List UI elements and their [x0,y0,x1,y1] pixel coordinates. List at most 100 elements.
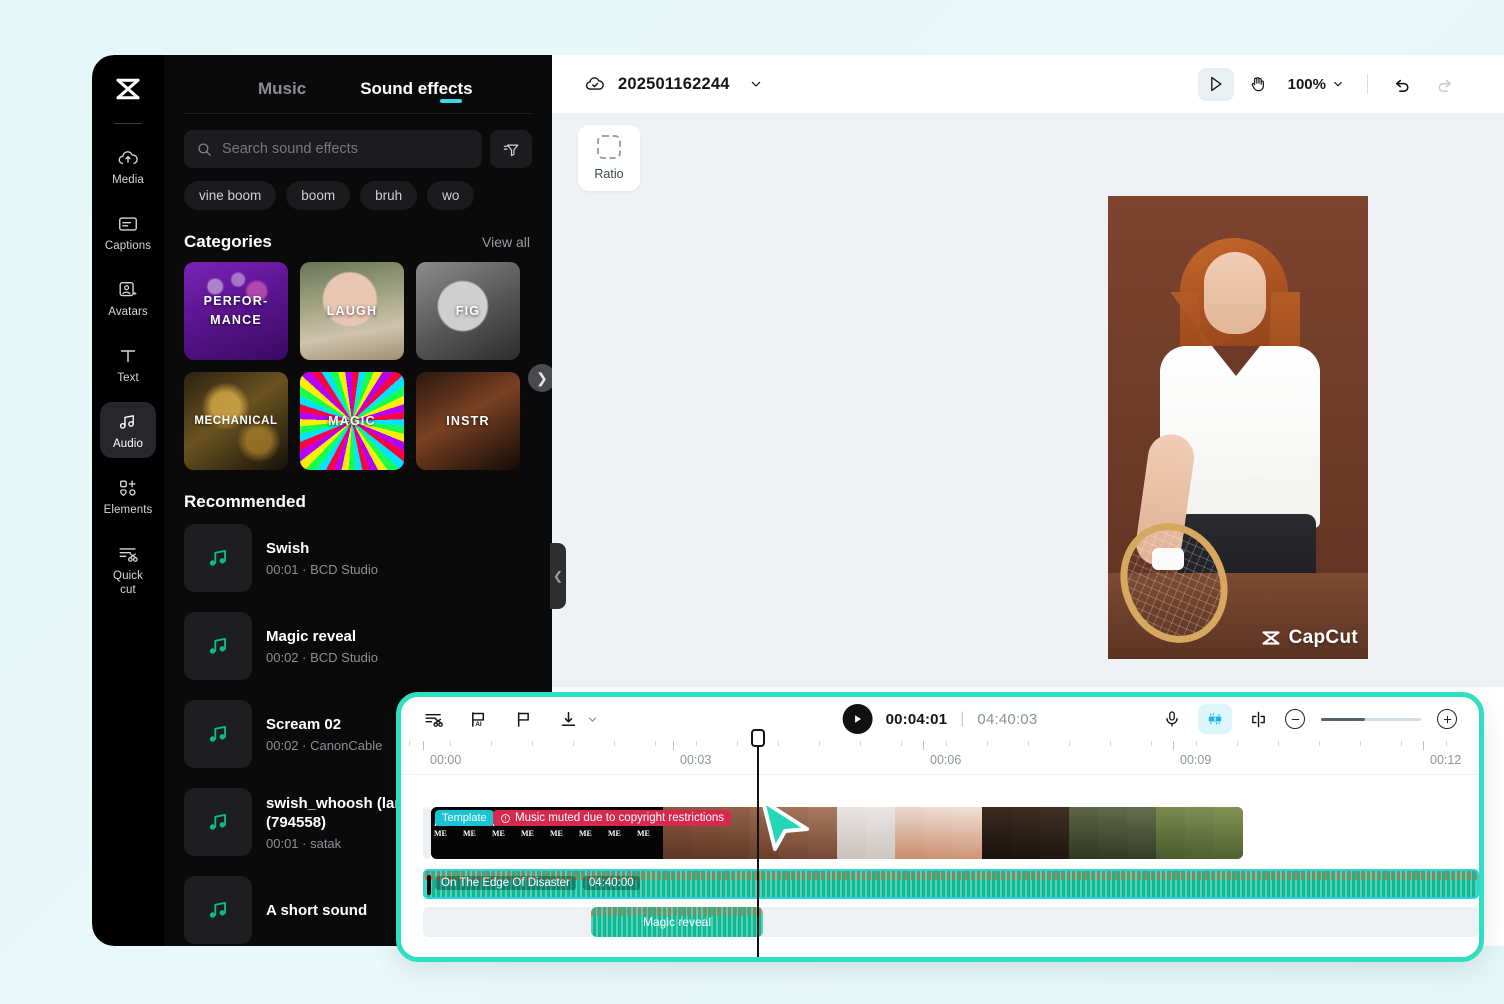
top-bar: 202501162244 100% [552,55,1504,113]
zoom-level-value: 100% [1288,76,1326,93]
category-card[interactable]: LAUGH [300,262,404,360]
undo-button[interactable] [1384,68,1420,101]
play-button[interactable] [843,704,873,734]
text-t-icon [117,345,139,367]
hand-tool-button[interactable] [1240,68,1276,101]
sidebar-item-avatars[interactable]: Avatars [100,270,156,326]
ratio-frame-icon [597,135,621,159]
category-label-line1: PERFOR- [200,294,273,308]
list-item-meta: 00:02 · BCD Studio [266,650,378,665]
chevron-down-icon [748,76,764,92]
chevron-left-icon: ❮ [553,569,563,583]
ruler-label: 00:09 [1173,753,1211,767]
tag-chip[interactable]: wo [427,181,474,210]
redo-icon [1434,74,1455,95]
search-input[interactable]: Search sound effects [184,130,482,168]
sidebar-item-label: Media [112,174,144,187]
view-all-link[interactable]: View all [482,234,530,250]
list-item-name: Magic reveal [266,627,378,646]
sidebar-item-elements[interactable]: Elements [100,468,156,524]
playhead-handle[interactable] [751,729,765,747]
flag-icon [513,709,534,730]
watermark-label: CapCut [1289,627,1358,649]
minus-circle-icon [1290,714,1301,725]
page-title: 202501162244 [618,75,730,94]
tab-active-underline [440,99,462,103]
category-label: MAGIC [324,412,380,431]
ai-enhance-button[interactable] [1198,704,1232,734]
music-note-icon [184,524,252,592]
category-card[interactable]: PERFOR-MANCE [184,262,288,360]
search-placeholder: Search sound effects [222,141,358,157]
top-bar-tools: 100% [1198,68,1504,101]
list-item-name: Scream 02 [266,715,382,734]
preview-stage: Ratio [552,113,1504,687]
undo-icon [1392,74,1413,95]
rail-divider [114,123,142,124]
ruler-label: 00:06 [923,753,961,767]
recommended-header: Recommended [164,470,552,514]
tag-chip[interactable]: bruh [360,181,417,210]
ruler-label: 00:00 [423,753,461,767]
current-time: 00:04:01 [886,711,948,728]
hand-icon [1248,74,1268,94]
zoom-level-selector[interactable]: 100% [1288,76,1345,93]
filter-button[interactable] [490,130,532,168]
ai-marker-icon: AI [468,709,489,730]
audio-clip-name: On The Edge Of Disaster [435,876,576,890]
sfx-track-clip[interactable]: Magic reveal [591,907,763,937]
svg-text:AI: AI [475,720,482,727]
pointer-cursor-icon [757,797,813,855]
time-separator: | [960,710,964,728]
zoom-in-button[interactable] [1437,709,1457,729]
redo-button[interactable] [1426,68,1462,101]
play-icon [852,713,864,725]
chevron-right-icon[interactable]: ❯ [528,364,552,392]
project-title-group[interactable]: 202501162244 [552,73,764,95]
list-item-meta: 00:02 · CanonCable [266,738,382,753]
recommended-title: Recommended [184,492,306,512]
clip-left-handle[interactable] [427,875,431,895]
timeline-playback-controls: 00:04:01 | 04:40:03 [843,704,1038,734]
list-item[interactable]: Magic reveal 00:02 · BCD Studio [184,602,538,690]
warning-circle-icon [500,813,511,824]
category-card[interactable]: INSTR [416,372,520,470]
cloud-check-icon [584,73,606,95]
ruler-label: 00:12 [1423,753,1461,767]
microphone-icon [1162,709,1182,729]
filter-icon [502,140,521,159]
ratio-button[interactable]: Ratio [578,125,640,191]
sidebar-item-captions[interactable]: Captions [100,204,156,260]
video-preview[interactable]: CapCut [1108,196,1368,659]
category-card[interactable]: FIG [416,262,520,360]
sidebar-item-audio[interactable]: Audio [100,402,156,458]
ruler-label: 00:03 [673,753,711,767]
quick-cut-icon [423,709,444,730]
category-card[interactable]: MAGIC [300,372,404,470]
tab-sound-effects[interactable]: Sound effects [358,73,474,113]
sidebar-item-media[interactable]: Media [100,138,156,194]
screenshot-root: Media Captions Avatars [0,0,1504,1004]
category-card[interactable]: MECHANICAL [184,372,288,470]
capcut-logo-icon [108,69,148,109]
sidebar-item-text[interactable]: Text [100,336,156,392]
template-badge: Template [435,810,494,826]
panel-collapse-handle[interactable]: ❮ [550,543,566,609]
plus-circle-icon [1442,714,1453,725]
audio-track-clip[interactable]: On The Edge Of Disaster 04:40:00 [423,869,1479,899]
sidebar-item-quick-cut[interactable]: Quick cut [100,534,156,604]
video-track-clip[interactable]: Template Music muted due to copyright re… [431,807,1243,859]
category-label: MECHANICAL [190,412,281,431]
select-tool-button[interactable] [1198,68,1234,101]
timeline-toolbar: AI 00:04: [401,697,1479,741]
tab-music[interactable]: Music [256,73,308,113]
tag-chip[interactable]: vine boom [184,181,276,210]
timeline-ruler[interactable]: 00:00 00:03 00:06 00:09 00:12 [401,741,1479,775]
list-item[interactable]: Swish 00:01 · BCD Studio [184,514,538,602]
zoom-out-button[interactable] [1285,709,1305,729]
list-item-name: Swish [266,539,378,558]
tag-chip[interactable]: boom [286,181,350,210]
zoom-slider[interactable] [1321,718,1421,721]
sidebar-item-label: Audio [113,438,143,451]
categories-grid: PERFOR-MANCE LAUGH FIG MECHANICAL MAGIC … [164,262,552,470]
